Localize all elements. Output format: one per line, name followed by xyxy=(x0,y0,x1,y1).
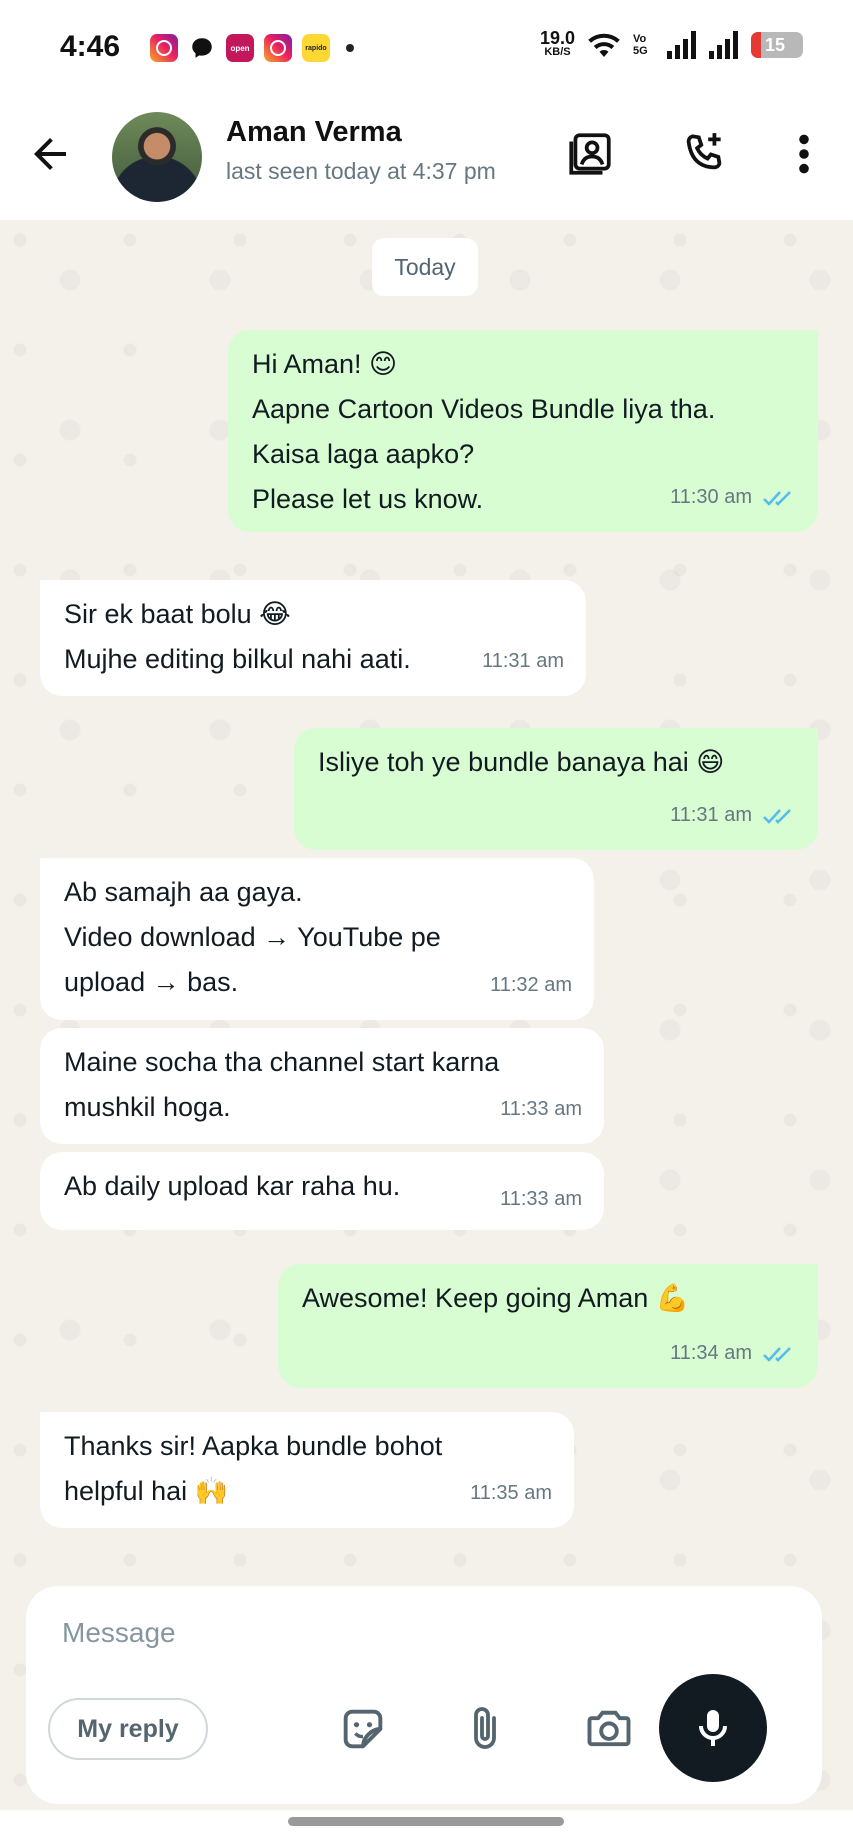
incoming-message[interactable]: Ab samajh aa gaya. Video download → YouT… xyxy=(40,858,594,1020)
contact-card-icon xyxy=(569,133,611,175)
message-meta: 11:31 am xyxy=(482,639,564,684)
message-meta: 11:31 am xyxy=(670,793,796,838)
message-time: 11:32 am xyxy=(490,974,572,996)
instagram-icon xyxy=(150,34,178,62)
instagram-icon xyxy=(264,34,292,62)
open-app-icon: open xyxy=(226,34,254,62)
home-indicator[interactable] xyxy=(288,1817,564,1826)
voice-message-button[interactable] xyxy=(659,1674,767,1782)
arrow-left-icon xyxy=(34,138,66,170)
date-chip: Today xyxy=(372,238,478,296)
outgoing-message[interactable]: Isliye toh ye bundle banaya hai 😄 11:31 … xyxy=(294,728,818,850)
more-vertical-icon xyxy=(799,134,809,174)
double-check-icon xyxy=(763,808,791,824)
more-notifications-dot xyxy=(346,44,354,52)
volte-icon: Vo 5G xyxy=(633,33,648,57)
sticker-icon xyxy=(343,1709,383,1749)
incoming-message[interactable]: Thanks sir! Aapka bundle bohot helpful h… xyxy=(40,1412,574,1528)
rapido-icon: rapido xyxy=(302,34,330,62)
outgoing-message[interactable]: Awesome! Keep going Aman 💪 11:34 am xyxy=(278,1264,818,1388)
my-reply-button[interactable]: My reply xyxy=(48,1698,208,1760)
message-time: 11:30 am xyxy=(670,486,752,508)
incoming-message[interactable]: Maine socha tha channel start karna mush… xyxy=(40,1028,604,1144)
message-text: Hi Aman! 😊 xyxy=(252,349,398,379)
message-text: Thanks sir! Aapka bundle bohot xyxy=(64,1431,443,1461)
contact-name[interactable]: Aman Verma xyxy=(226,116,402,149)
chat-area[interactable]: Today Hi Aman! 😊 Aapne Cartoon Videos Bu… xyxy=(0,220,853,1810)
signal-icon xyxy=(709,31,738,59)
message-meta: 11:35 am xyxy=(470,1471,552,1516)
double-check-icon xyxy=(763,490,791,506)
add-call-button[interactable] xyxy=(676,126,732,182)
message-text: Ab samajh aa gaya. xyxy=(64,877,303,907)
status-time: 4:46 xyxy=(60,30,121,63)
message-text: Awesome! Keep going Aman 💪 xyxy=(302,1283,690,1313)
message-input[interactable] xyxy=(62,1608,662,1658)
message-time: 11:33 am xyxy=(500,1098,582,1120)
message-text: Kaisa laga aapko? xyxy=(252,439,475,469)
status-bar: 4:46 open rapido 19.0 KB/S Vo 5G 15 xyxy=(0,0,853,100)
message-time: 11:31 am xyxy=(482,650,564,672)
sticker-button[interactable] xyxy=(334,1700,392,1758)
message-meta: 11:32 am xyxy=(490,963,572,1008)
microphone-icon xyxy=(699,1710,727,1746)
incoming-message[interactable]: Sir ek baat bolu 😂 Mujhe editing bilkul … xyxy=(40,580,586,696)
message-meta: 11:33 am xyxy=(500,1087,582,1132)
double-check-icon xyxy=(763,1346,791,1362)
message-time: 11:34 am xyxy=(670,1342,752,1364)
wifi-icon xyxy=(588,33,620,57)
message-meta: 11:30 am xyxy=(670,475,796,520)
message-text: Isliye toh ye bundle banaya hai 😄 xyxy=(318,747,725,777)
system-icons: 19.0 KB/S Vo 5G 15 xyxy=(539,28,803,60)
last-seen-status[interactable]: last seen today at 4:37 pm xyxy=(226,158,496,185)
message-meta: 11:33 am xyxy=(500,1177,582,1222)
attach-button[interactable] xyxy=(456,1700,514,1758)
signal-icon xyxy=(667,31,696,59)
more-options-button[interactable] xyxy=(776,126,832,182)
network-speed: 19.0 KB/S xyxy=(539,28,575,58)
phone-plus-icon xyxy=(686,133,722,170)
paperclip-icon xyxy=(474,1707,496,1749)
message-text: Aapne Cartoon Videos Bundle liya tha. xyxy=(252,394,716,424)
camera-button[interactable] xyxy=(580,1700,638,1758)
chat-bubble-icon xyxy=(188,34,216,62)
message-text: Maine socha tha channel start karna xyxy=(64,1047,500,1077)
message-meta: 11:34 am xyxy=(670,1331,796,1376)
camera-icon xyxy=(587,1710,631,1747)
notification-icons: open rapido xyxy=(150,34,354,62)
message-text: Sir ek baat bolu 😂 xyxy=(64,599,291,629)
message-time: 11:31 am xyxy=(670,804,752,826)
message-text: Video download → YouTube pe xyxy=(64,922,441,952)
battery-icon: 15 xyxy=(751,32,803,58)
chat-header: Aman Verma last seen today at 4:37 pm xyxy=(0,100,853,220)
message-time: 11:35 am xyxy=(470,1482,552,1504)
incoming-message[interactable]: Ab daily upload kar raha hu. 11:33 am xyxy=(40,1152,604,1230)
outgoing-message[interactable]: Hi Aman! 😊 Aapne Cartoon Videos Bundle l… xyxy=(228,330,818,532)
back-button[interactable] xyxy=(26,130,74,178)
contact-card-button[interactable] xyxy=(562,126,618,182)
avatar[interactable] xyxy=(112,112,202,202)
message-time: 11:33 am xyxy=(500,1188,582,1210)
